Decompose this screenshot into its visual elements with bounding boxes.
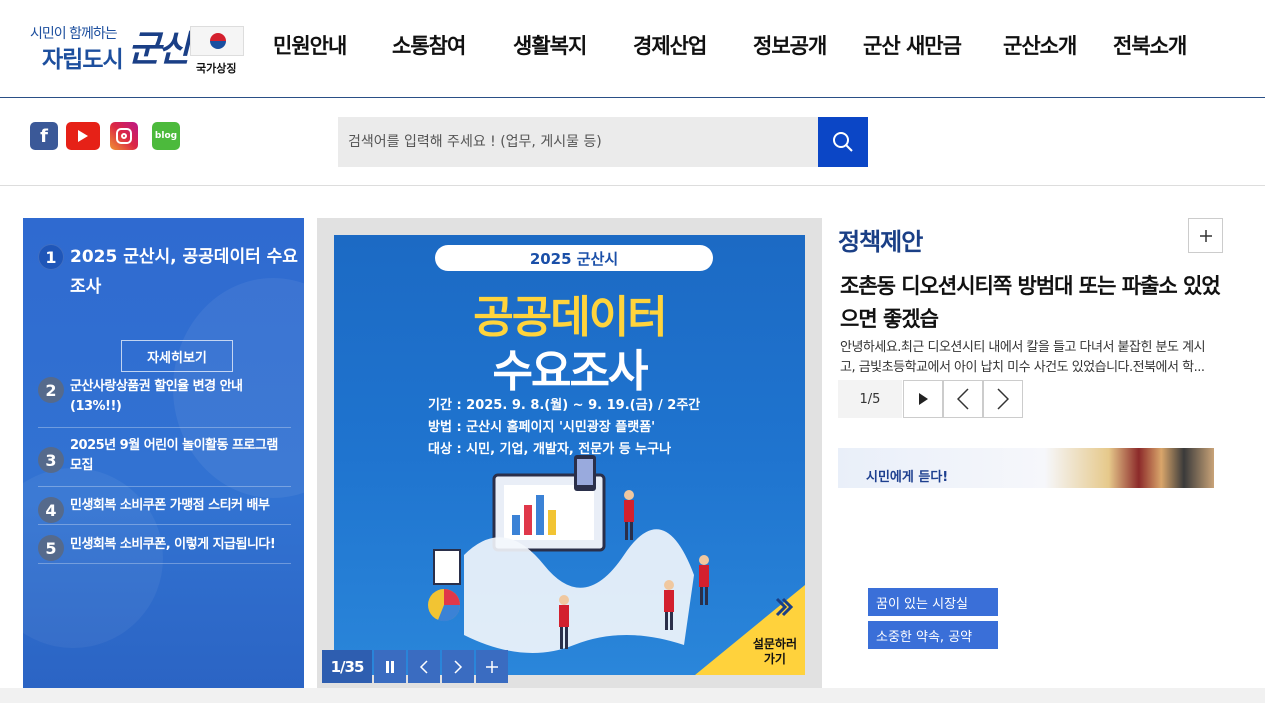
nav-item-welfare[interactable]: 생활복지 bbox=[513, 30, 587, 60]
footer-strip bbox=[0, 688, 1265, 703]
instagram-icon[interactable] bbox=[110, 122, 138, 150]
site-logo[interactable]: 시민이 함께하는 자립도시 군산 국가상징 bbox=[30, 20, 245, 78]
banner-next-button[interactable] bbox=[442, 650, 474, 683]
nav-item-saemangeum[interactable]: 군산 새만금 bbox=[863, 30, 962, 60]
search-icon bbox=[833, 132, 853, 152]
nav-item-civil[interactable]: 민원안내 bbox=[273, 30, 347, 60]
plus-icon bbox=[1199, 229, 1212, 242]
youtube-icon[interactable] bbox=[66, 122, 100, 150]
chevron-right-icon bbox=[454, 659, 463, 674]
news-list-item[interactable]: 3 2025년 9월 어린이 놀이활동 프로그램 모집 bbox=[38, 428, 291, 487]
news-number: 3 bbox=[38, 447, 64, 473]
news-item-title[interactable]: 민생회복 소비쿠폰, 이렇게 지급됩니다! bbox=[70, 535, 276, 555]
search-button[interactable] bbox=[818, 117, 868, 167]
chevron-right-icon bbox=[997, 388, 1009, 410]
policy-headline[interactable]: 조촌동 디오션시티쪽 방범대 또는 파출소 있었으면 좋겠습 bbox=[840, 270, 1221, 336]
site-header: 시민이 함께하는 자립도시 군산 국가상징 민원안내 소통참여 생활복지 경제산… bbox=[0, 0, 1265, 98]
logo-title: 자립도시 bbox=[42, 47, 124, 73]
policy-section-title: 정책제안 bbox=[838, 228, 923, 256]
mayor-office-button[interactable]: 꿈이 있는 시장실 bbox=[868, 588, 998, 616]
policy-prev-button[interactable] bbox=[943, 380, 983, 418]
national-flag-icon bbox=[190, 26, 244, 56]
news-list-item[interactable]: 4 민생회복 소비쿠폰 가맹점 스티커 배부 bbox=[38, 487, 291, 525]
main-banner[interactable]: 2025 군산시 공공데이터 수요조사 기간 : 2025. 9. 8.(월) … bbox=[334, 235, 805, 675]
nav-item-communication[interactable]: 소통참여 bbox=[392, 30, 466, 60]
news-number: 2 bbox=[38, 377, 64, 403]
news-number: 5 bbox=[38, 535, 64, 561]
chevron-left-icon bbox=[419, 659, 428, 674]
logo-brand: 군산 bbox=[128, 28, 191, 70]
policy-next-button[interactable] bbox=[983, 380, 1023, 418]
news-number: 1 bbox=[38, 244, 64, 270]
nav-item-economy[interactable]: 경제산업 bbox=[633, 30, 707, 60]
policy-body[interactable]: 안녕하세요.최근 디오션시티 내에서 칼을 들고 다녀서 붙잡힌 분도 계시고,… bbox=[840, 338, 1215, 378]
facebook-icon[interactable]: f bbox=[30, 122, 58, 150]
banner-tag: 2025 군산시 bbox=[435, 245, 713, 271]
pause-button[interactable] bbox=[374, 650, 406, 683]
data-illustration bbox=[428, 455, 709, 653]
banner-info-method: 방법 : 군산시 홈페이지 '시민광장 플랫폼' bbox=[428, 420, 656, 435]
search-input[interactable] bbox=[338, 117, 818, 167]
news-list-item[interactable]: 2 군산사랑상품권 할인율 변경 안내 (13%!!) bbox=[38, 368, 291, 428]
banner-headline-2: 수요조사 bbox=[492, 346, 649, 397]
survey-link[interactable]: 설문하러 가기 bbox=[753, 637, 797, 667]
nav-item-about-gunsan[interactable]: 군산소개 bbox=[1003, 30, 1077, 60]
chevron-left-icon bbox=[957, 388, 969, 410]
news-panel: 1 2025 군산시, 공공데이터 수요조사 자세히보기 2 군산사랑상품권 할… bbox=[23, 218, 304, 688]
survey-link-label-1: 설문하러 bbox=[752, 637, 797, 651]
plus-icon bbox=[486, 660, 498, 673]
news-item-title[interactable]: 민생회복 소비쿠폰 가맹점 스티커 배부 bbox=[70, 496, 270, 516]
banner-counter: 1/35 bbox=[322, 650, 372, 683]
nav-item-about-jeonbuk[interactable]: 전북소개 bbox=[1113, 30, 1187, 60]
banner-prev-button[interactable] bbox=[408, 650, 440, 683]
news-item-title[interactable]: 2025년 9월 어린이 놀이활동 프로그램 모집 bbox=[70, 436, 291, 476]
news-list-item[interactable]: 5 민생회복 소비쿠폰, 이렇게 지급됩니다! bbox=[38, 525, 291, 564]
policy-play-button[interactable] bbox=[903, 380, 943, 418]
survey-link-label-2: 가기 bbox=[763, 652, 786, 666]
banner-info-period: 기간 : 2025. 9. 8.(월) ~ 9. 19.(금) / 2주간 bbox=[428, 398, 701, 413]
news-item-title[interactable]: 군산사랑상품권 할인율 변경 안내 (13%!!) bbox=[70, 377, 291, 417]
blog-icon[interactable]: blog bbox=[152, 122, 180, 150]
mayor-banner[interactable]: 시민에게 듣다! bbox=[838, 448, 1214, 488]
national-symbol-label[interactable]: 국가상징 bbox=[196, 60, 236, 76]
banner-more-button[interactable] bbox=[476, 650, 508, 683]
mayor-banner-label: 시민에게 듣다! bbox=[866, 470, 949, 485]
play-icon bbox=[919, 393, 928, 405]
news-featured-title[interactable]: 2025 군산시, 공공데이터 수요조사 bbox=[70, 242, 300, 302]
banner-info: 기간 : 2025. 9. 8.(월) ~ 9. 19.(금) / 2주간 방법… bbox=[428, 395, 700, 461]
policy-counter: 1/5 bbox=[838, 380, 902, 418]
toolbar: f blog bbox=[0, 98, 1265, 186]
pause-icon bbox=[386, 660, 394, 673]
mayor-pledge-button[interactable]: 소중한 약속, 공약 bbox=[868, 621, 998, 649]
policy-more-button[interactable] bbox=[1188, 218, 1223, 253]
nav-item-information[interactable]: 정보공개 bbox=[753, 30, 827, 60]
news-number: 4 bbox=[38, 497, 64, 523]
